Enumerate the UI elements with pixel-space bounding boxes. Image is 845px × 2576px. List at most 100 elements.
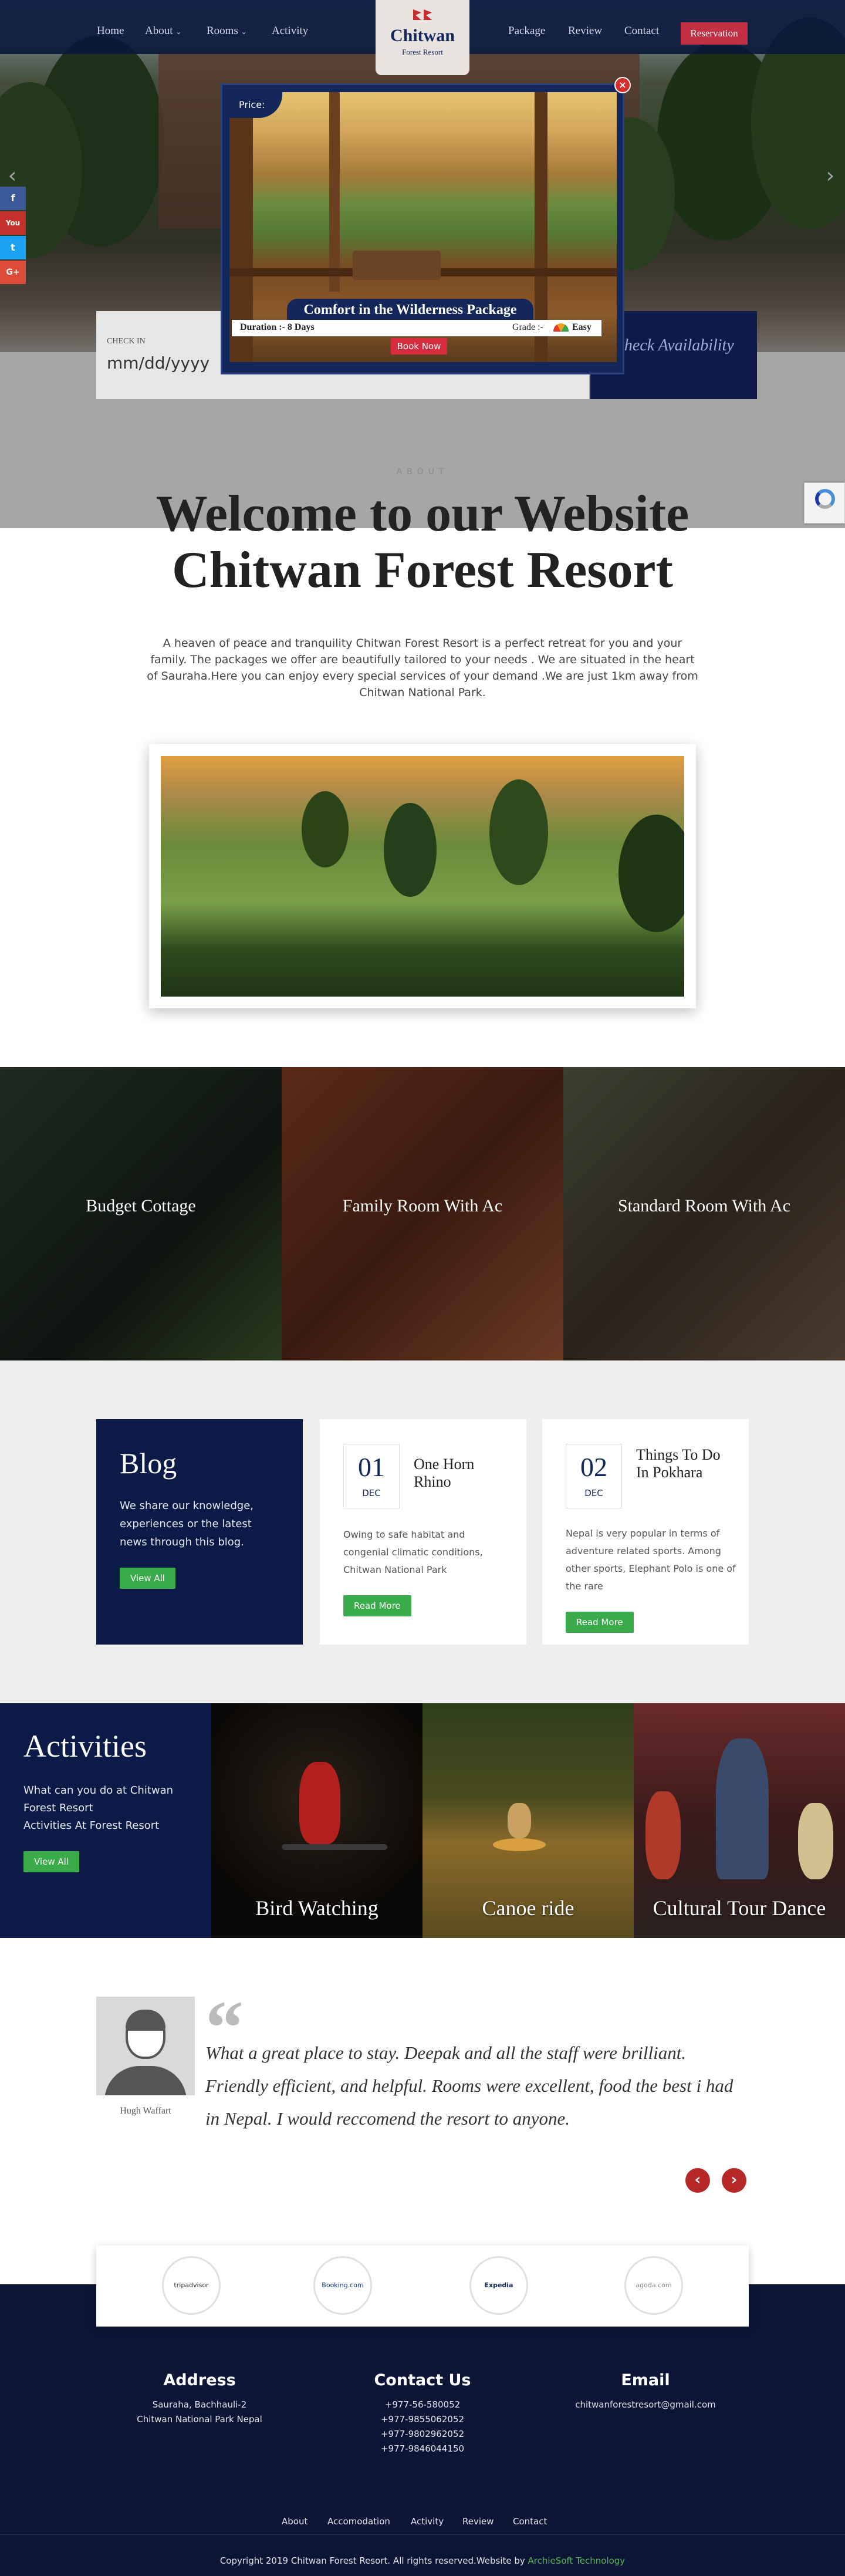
read-more-button[interactable]: Read More bbox=[343, 1595, 411, 1616]
testimonial-quote: What a great place to stay. Deepak and a… bbox=[205, 2042, 734, 2129]
activities-title: Activities bbox=[23, 1728, 147, 1764]
twitter-icon[interactable]: t bbox=[0, 236, 26, 259]
read-more-button[interactable]: Read More bbox=[566, 1612, 634, 1633]
package-title: Comfort in the Wilderness Package bbox=[287, 299, 533, 321]
activities-intro: Activities What can you do at Chitwan Fo… bbox=[0, 1703, 211, 1938]
footer-divider bbox=[0, 2534, 845, 2535]
footer-contact: Contact Us +977-56-580052 +977-985506205… bbox=[317, 2371, 528, 2456]
blog-card-title[interactable]: Things To Do In Pokhara bbox=[636, 1446, 736, 1481]
room-card-family-room[interactable]: Family Room With Ac bbox=[282, 1067, 563, 1360]
blog-text: We share our knowledge, experiences or t… bbox=[120, 1500, 254, 1548]
blog-month: DEC bbox=[584, 1488, 603, 1498]
activities-view-all-button[interactable]: View All bbox=[23, 1851, 79, 1872]
blog-day: 02 bbox=[580, 1452, 607, 1482]
nav-package[interactable]: Package bbox=[508, 25, 545, 38]
address-line: Chitwan National Park Nepal bbox=[137, 2414, 262, 2425]
activity-card-canoe-ride[interactable]: Canoe ride bbox=[422, 1703, 634, 1938]
room-card-budget-cottage[interactable]: Budget Cottage bbox=[0, 1067, 282, 1360]
site-logo[interactable]: Chitwan Forest Resort bbox=[376, 0, 469, 75]
footer-link-activity[interactable]: Activity bbox=[411, 2516, 444, 2527]
phone-number[interactable]: +977-56-580052 bbox=[317, 2398, 528, 2412]
blog-month: DEC bbox=[362, 1488, 381, 1498]
logo-title: Chitwan bbox=[390, 26, 455, 45]
activity-title: Canoe ride bbox=[482, 1896, 574, 1920]
footer-address: Address Sauraha, Bachhauli-2 Chitwan Nat… bbox=[94, 2371, 305, 2427]
blog-card[interactable]: 01 DEC One Horn Rhino Owing to safe habi… bbox=[320, 1419, 526, 1645]
logo-subtitle: Forest Resort bbox=[402, 48, 443, 56]
blog-title: Blog bbox=[120, 1447, 177, 1480]
google-plus-icon[interactable]: G+ bbox=[0, 261, 26, 284]
phone-number[interactable]: +977-9802962052 bbox=[317, 2427, 528, 2442]
blog-date: 02 DEC bbox=[566, 1444, 622, 1508]
booking-logo[interactable]: Booking.com bbox=[313, 2256, 372, 2315]
footer-address-title: Address bbox=[163, 2371, 236, 2389]
blog-card[interactable]: 02 DEC Things To Do In Pokhara Nepal is … bbox=[542, 1419, 749, 1645]
activity-title: Cultural Tour Dance bbox=[653, 1896, 826, 1920]
package-popup: Price: × Comfort in the Wilderness Packa… bbox=[221, 77, 631, 374]
recaptcha-badge[interactable] bbox=[804, 482, 845, 524]
testimonial-prev-button[interactable]: ‹ bbox=[685, 2168, 710, 2193]
difficulty-gauge-icon bbox=[553, 323, 569, 332]
blog-section: Blog We share our knowledge, experiences… bbox=[0, 1360, 845, 1703]
copyright-text: Copyright 2019 Chitwan Forest Resort. Al… bbox=[219, 2555, 525, 2566]
footer-link-about[interactable]: About bbox=[282, 2516, 307, 2527]
book-now-button[interactable]: Book Now bbox=[391, 338, 447, 355]
activity-title: Bird Watching bbox=[255, 1896, 378, 1920]
nav-activity[interactable]: Activity bbox=[272, 25, 308, 38]
about-kicker: ABOUT bbox=[396, 467, 449, 477]
close-icon[interactable]: × bbox=[614, 77, 631, 93]
user-avatar-icon bbox=[96, 1997, 195, 2095]
about-photo-frame bbox=[149, 744, 696, 1008]
room-title: Family Room With Ac bbox=[342, 1196, 503, 1216]
blog-card-text: Owing to safe habitat and congenial clim… bbox=[343, 1529, 483, 1575]
nav-about[interactable]: About ⌄ bbox=[145, 25, 181, 38]
room-title: Standard Room With Ac bbox=[617, 1196, 791, 1216]
blog-view-all-button[interactable]: View All bbox=[120, 1568, 175, 1589]
about-text: A heaven of peace and tranquility Chitwa… bbox=[147, 637, 698, 699]
reviewer-name: Hugh Waffart bbox=[120, 2106, 171, 2116]
email-address[interactable]: chitwanforestresort@gmail.com bbox=[540, 2398, 751, 2412]
about-title-line1: Welcome to our Website bbox=[156, 485, 689, 542]
footer-link-accomodation[interactable]: Accomodation bbox=[327, 2516, 390, 2527]
footer-email-title: Email bbox=[621, 2371, 670, 2389]
activity-card-cultural-dance[interactable]: Cultural Tour Dance bbox=[634, 1703, 845, 1938]
developer-credit-link[interactable]: ArchieSoft Technology bbox=[528, 2555, 626, 2566]
partner-logos: tripadvisor Booking.com Expedia agoda.co… bbox=[96, 2246, 749, 2327]
tripadvisor-logo[interactable]: tripadvisor bbox=[162, 2256, 221, 2315]
about-title: Welcome to our Website Chitwan Forest Re… bbox=[0, 486, 845, 599]
phone-number[interactable]: +977-9855062052 bbox=[317, 2412, 528, 2427]
phone-number[interactable]: +977-9846044150 bbox=[317, 2442, 528, 2456]
blog-card-title[interactable]: One Horn Rhino bbox=[414, 1456, 513, 1491]
copyright: Copyright 2019 Chitwan Forest Resort. Al… bbox=[0, 2555, 845, 2566]
testimonial-next-button[interactable]: › bbox=[722, 2168, 746, 2193]
blog-day: 01 bbox=[358, 1452, 385, 1482]
activity-card-bird-watching[interactable]: Bird Watching bbox=[211, 1703, 422, 1938]
reservation-button[interactable]: Reservation bbox=[681, 22, 748, 45]
agoda-logo[interactable]: agoda.com bbox=[624, 2256, 683, 2315]
nav-about-label: About bbox=[145, 25, 173, 37]
rice-field-photo bbox=[161, 756, 684, 997]
activities-line1: What can you do at Chitwan Forest Resort bbox=[23, 1784, 174, 1814]
check-in-input[interactable]: mm/dd/yyyy bbox=[107, 353, 209, 373]
nav-rooms-label: Rooms bbox=[207, 25, 238, 37]
about-title-line2: Chitwan Forest Resort bbox=[172, 542, 673, 599]
footer-link-contact[interactable]: Contact bbox=[513, 2516, 547, 2527]
blog-card-text: Nepal is very popular in terms of advent… bbox=[566, 1528, 736, 1592]
activities-line2: Activities At Forest Resort bbox=[23, 1819, 160, 1832]
facebook-icon[interactable]: f bbox=[0, 187, 26, 210]
blog-date: 01 DEC bbox=[343, 1444, 400, 1508]
room-card-standard-room[interactable]: Standard Room With Ac bbox=[563, 1067, 845, 1360]
footer-link-review[interactable]: Review bbox=[462, 2516, 494, 2527]
check-in-label: CHECK IN bbox=[107, 337, 146, 346]
footer-email: Email chitwanforestresort@gmail.com bbox=[540, 2371, 751, 2412]
blog-intro: Blog We share our knowledge, experiences… bbox=[96, 1419, 303, 1645]
nav-review[interactable]: Review bbox=[568, 25, 602, 38]
expedia-logo[interactable]: Expedia bbox=[469, 2256, 528, 2315]
youtube-icon[interactable]: You bbox=[0, 211, 26, 235]
footer-contact-title: Contact Us bbox=[374, 2371, 471, 2389]
nav-home[interactable]: Home bbox=[97, 25, 124, 38]
nav-rooms[interactable]: Rooms ⌄ bbox=[207, 25, 247, 38]
package-duration: Duration :- 8 Days bbox=[240, 322, 315, 332]
nav-contact[interactable]: Contact bbox=[624, 25, 659, 38]
chevron-down-icon: ⌄ bbox=[241, 28, 247, 36]
